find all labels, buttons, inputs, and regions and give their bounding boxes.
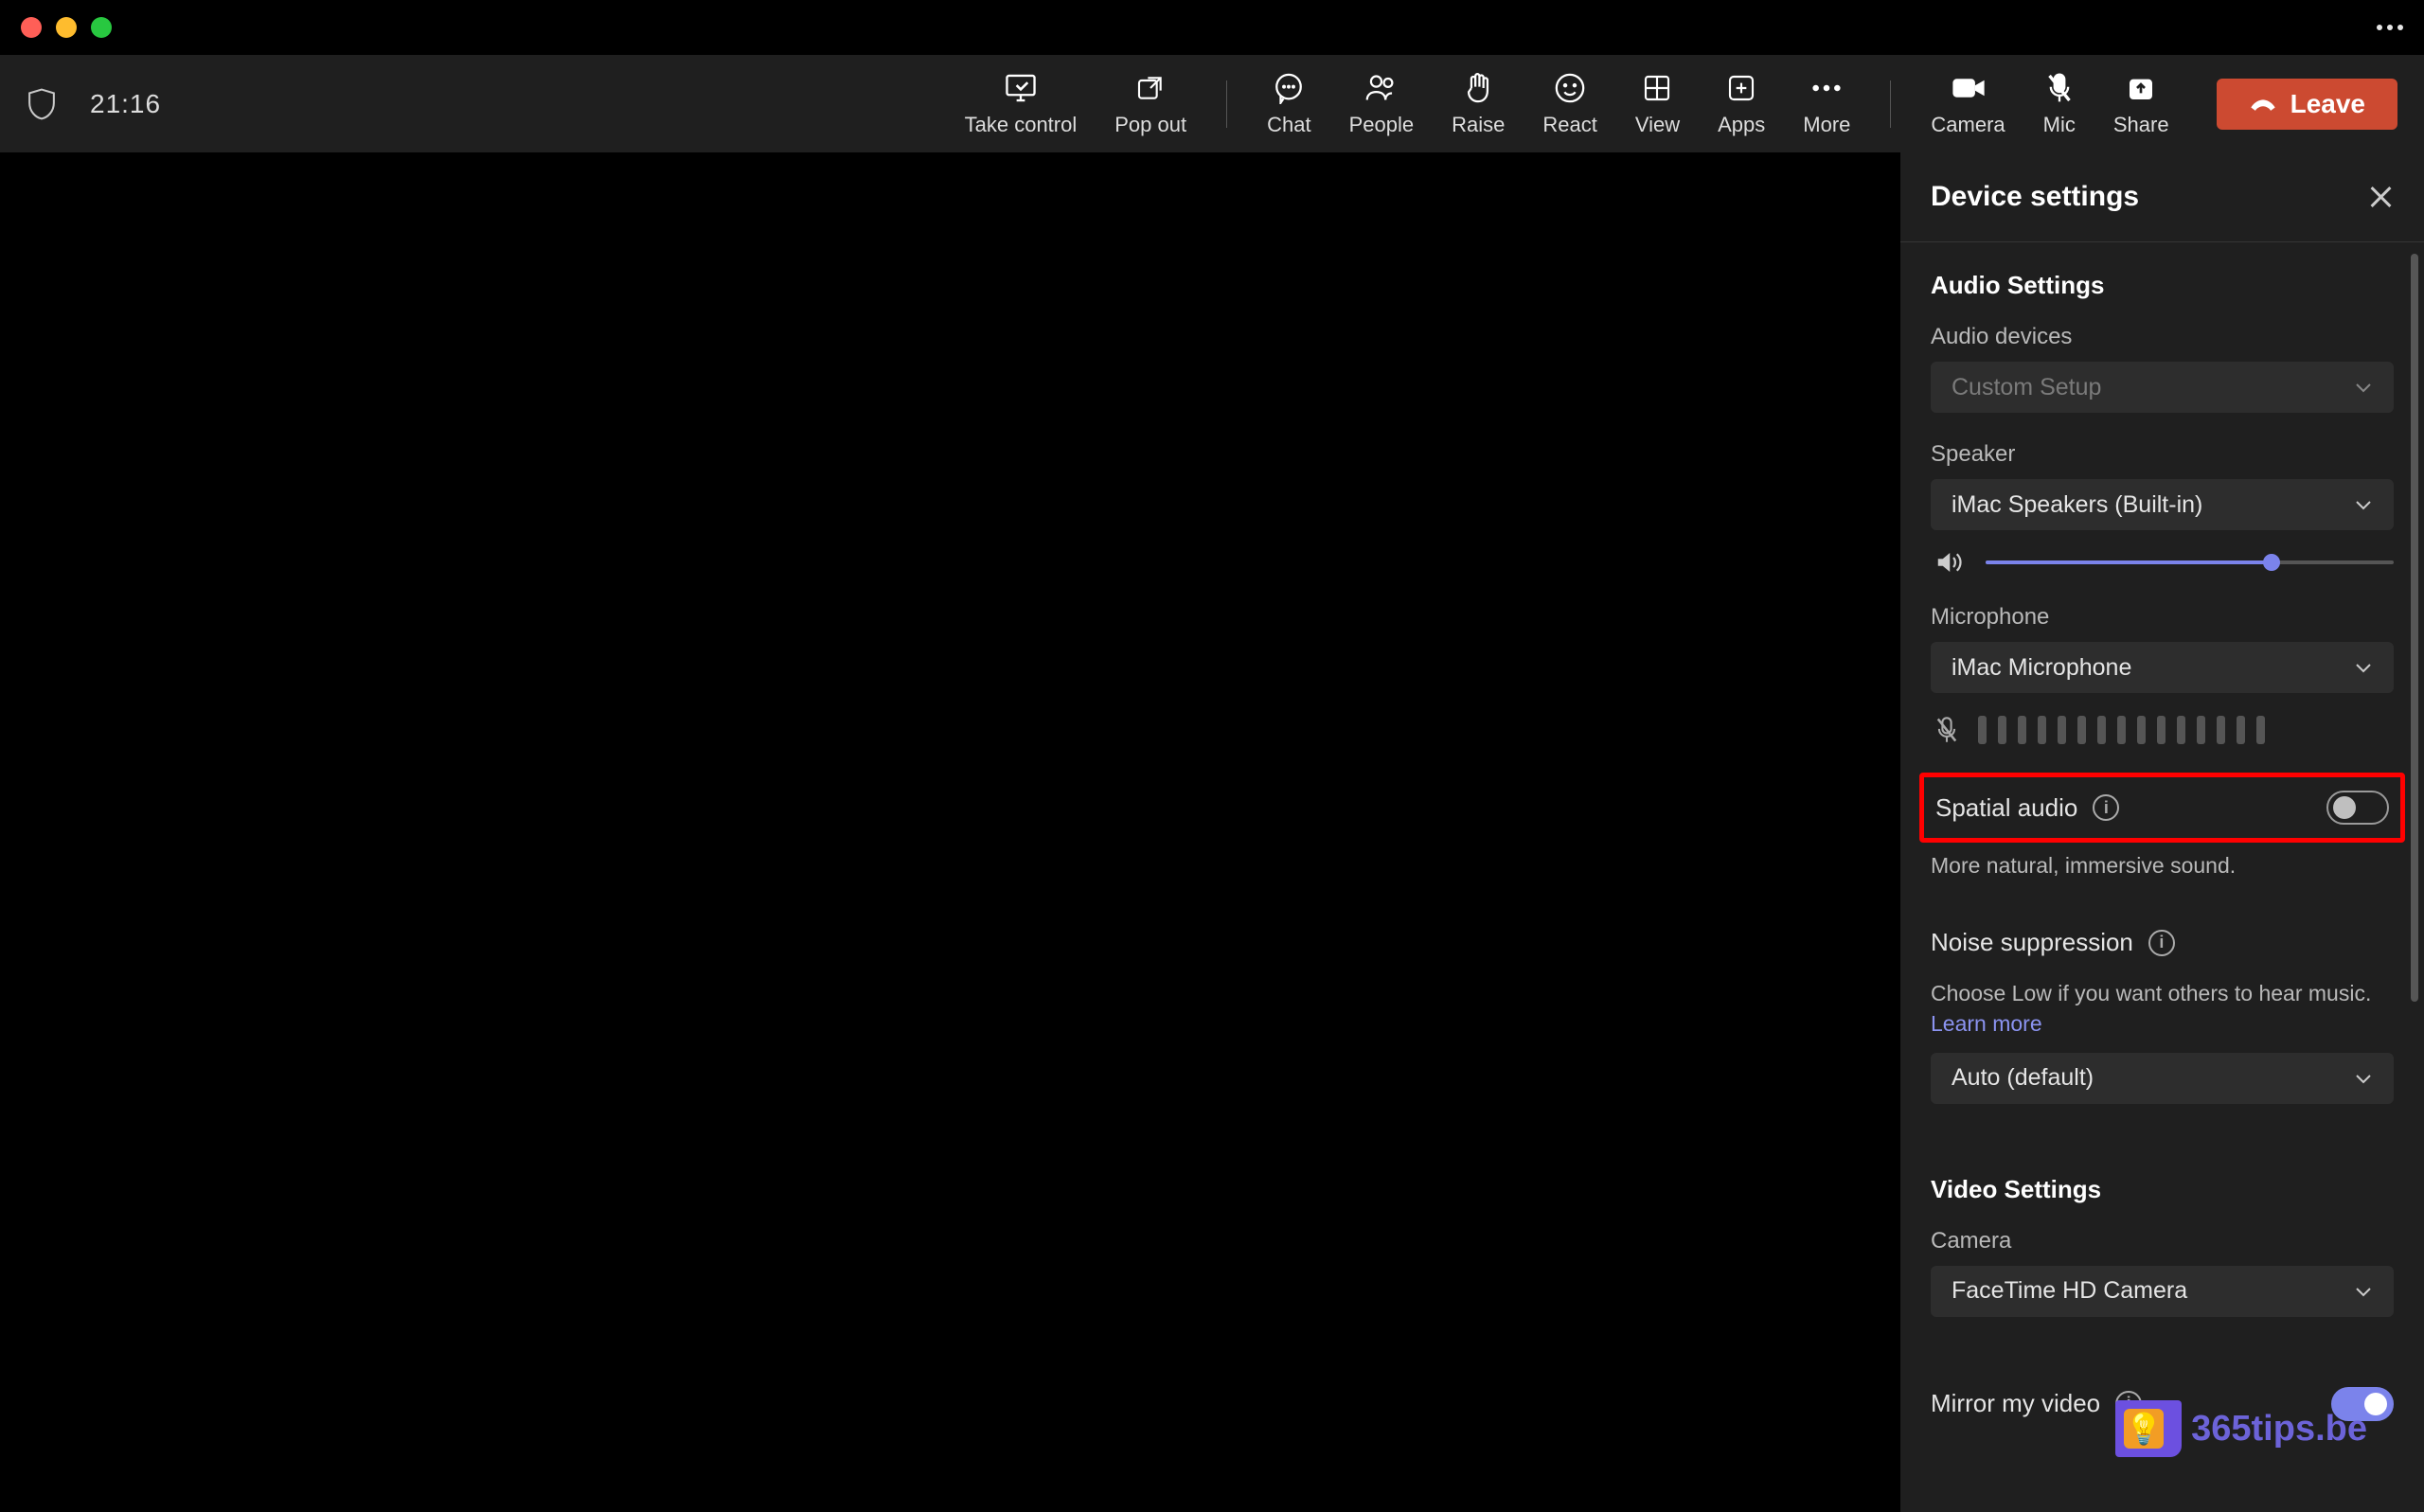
mic-label: Mic xyxy=(2043,113,2076,137)
more-options-icon[interactable] xyxy=(2377,24,2403,31)
chat-icon xyxy=(1273,71,1305,105)
camera-label: Camera xyxy=(1931,1228,2394,1254)
microphone-value: iMac Microphone xyxy=(1952,654,2131,682)
speaker-label: Speaker xyxy=(1931,441,2394,468)
speaker-sound-icon xyxy=(1934,549,1963,576)
spatial-audio-label: Spatial audio xyxy=(1935,793,2077,823)
share-button[interactable]: Share xyxy=(2104,71,2179,137)
people-icon xyxy=(1364,71,1399,105)
audio-devices-label: Audio devices xyxy=(1931,324,2394,350)
hand-icon xyxy=(1464,71,1492,105)
share-tray-icon xyxy=(2126,71,2156,105)
view-button[interactable]: View xyxy=(1626,71,1689,137)
chat-button[interactable]: Chat xyxy=(1257,71,1320,137)
call-duration: 21:16 xyxy=(90,89,161,119)
window-controls xyxy=(21,17,112,38)
chevron-down-icon xyxy=(2354,1073,2373,1084)
noise-suppression-label: Noise suppression xyxy=(1931,928,2133,957)
audio-devices-value: Custom Setup xyxy=(1952,374,2101,401)
panel-scrollbar[interactable] xyxy=(2411,254,2418,1002)
toolbar-separator xyxy=(1890,80,1891,128)
camera-value: FaceTime HD Camera xyxy=(1952,1277,2187,1305)
smiley-icon xyxy=(1554,71,1586,105)
camera-select[interactable]: FaceTime HD Camera xyxy=(1931,1266,2394,1317)
apps-label: Apps xyxy=(1718,113,1765,137)
minimize-window-button[interactable] xyxy=(56,17,77,38)
video-settings-heading: Video Settings xyxy=(1931,1175,2394,1204)
device-settings-panel: Device settings Audio Settings Audio dev… xyxy=(1899,152,2424,1512)
leave-label: Leave xyxy=(2290,89,2365,119)
take-control-label: Take control xyxy=(965,113,1078,137)
more-button[interactable]: More xyxy=(1793,71,1860,137)
panel-title: Device settings xyxy=(1931,181,2139,213)
speaker-volume-slider[interactable] xyxy=(1986,553,2394,572)
grid-icon xyxy=(1642,71,1672,105)
chevron-down-icon xyxy=(2354,499,2373,510)
microphone-select[interactable]: iMac Microphone xyxy=(1931,642,2394,693)
close-window-button[interactable] xyxy=(21,17,42,38)
more-label: More xyxy=(1803,113,1850,137)
share-label: Share xyxy=(2113,113,2169,137)
close-panel-button[interactable] xyxy=(2367,184,2394,210)
camera-label: Camera xyxy=(1931,113,2005,137)
main-area: Device settings Audio Settings Audio dev… xyxy=(0,152,2424,1512)
mic-button[interactable]: Mic xyxy=(2034,71,2085,137)
noise-suppression-select[interactable]: Auto (default) xyxy=(1931,1053,2394,1104)
chat-label: Chat xyxy=(1267,113,1310,137)
titlebar xyxy=(0,0,2424,55)
mirror-video-toggle[interactable] xyxy=(2331,1387,2394,1421)
video-stage xyxy=(0,152,1899,1512)
noise-suppression-desc: Choose Low if you want others to hear mu… xyxy=(1931,978,2394,1039)
take-control-button[interactable]: Take control xyxy=(955,71,1087,137)
view-label: View xyxy=(1635,113,1680,137)
audio-devices-select[interactable]: Custom Setup xyxy=(1931,362,2394,413)
pop-out-icon xyxy=(1135,71,1166,105)
toolbar-separator xyxy=(1226,80,1227,128)
zoom-window-button[interactable] xyxy=(91,17,112,38)
noise-suppression-value: Auto (default) xyxy=(1952,1064,2094,1092)
info-icon[interactable]: i xyxy=(2115,1391,2142,1417)
meeting-toolbar: 21:16 Take control Pop out xyxy=(0,55,2424,152)
learn-more-link[interactable]: Learn more xyxy=(1931,1011,2042,1036)
info-icon[interactable]: i xyxy=(2093,794,2119,821)
mic-level-meter xyxy=(1978,716,2265,744)
mirror-video-label: Mirror my video xyxy=(1931,1389,2100,1418)
phone-hangup-icon xyxy=(2249,95,2277,114)
mic-muted-indicator-icon xyxy=(1934,716,1959,744)
shield-icon[interactable] xyxy=(27,87,57,121)
apps-button[interactable]: Apps xyxy=(1708,71,1774,137)
raise-label: Raise xyxy=(1452,113,1505,137)
microphone-label: Microphone xyxy=(1931,604,2394,631)
speaker-select[interactable]: iMac Speakers (Built-in) xyxy=(1931,479,2394,530)
leave-button[interactable]: Leave xyxy=(2217,79,2397,130)
react-label: React xyxy=(1542,113,1596,137)
people-button[interactable]: People xyxy=(1340,71,1424,137)
chevron-down-icon xyxy=(2354,1286,2373,1297)
ellipsis-icon xyxy=(1810,71,1843,105)
monitor-icon xyxy=(1004,71,1038,105)
people-label: People xyxy=(1349,113,1415,137)
info-icon[interactable]: i xyxy=(2148,930,2175,956)
pop-out-label: Pop out xyxy=(1114,113,1186,137)
camera-button[interactable]: Camera xyxy=(1921,71,2014,137)
react-button[interactable]: React xyxy=(1533,71,1606,137)
audio-settings-heading: Audio Settings xyxy=(1931,271,2394,300)
speaker-value: iMac Speakers (Built-in) xyxy=(1952,491,2202,519)
chevron-down-icon xyxy=(2354,662,2373,673)
raise-hand-button[interactable]: Raise xyxy=(1442,71,1514,137)
apps-icon xyxy=(1726,71,1756,105)
mic-muted-icon xyxy=(2045,71,2074,105)
camera-icon xyxy=(1952,71,1986,105)
spatial-audio-toggle[interactable] xyxy=(2326,791,2389,825)
spatial-audio-desc: More natural, immersive sound. xyxy=(1931,850,2394,881)
pop-out-button[interactable]: Pop out xyxy=(1105,71,1196,137)
spatial-audio-highlight: Spatial audio i xyxy=(1919,773,2405,843)
chevron-down-icon xyxy=(2354,382,2373,393)
